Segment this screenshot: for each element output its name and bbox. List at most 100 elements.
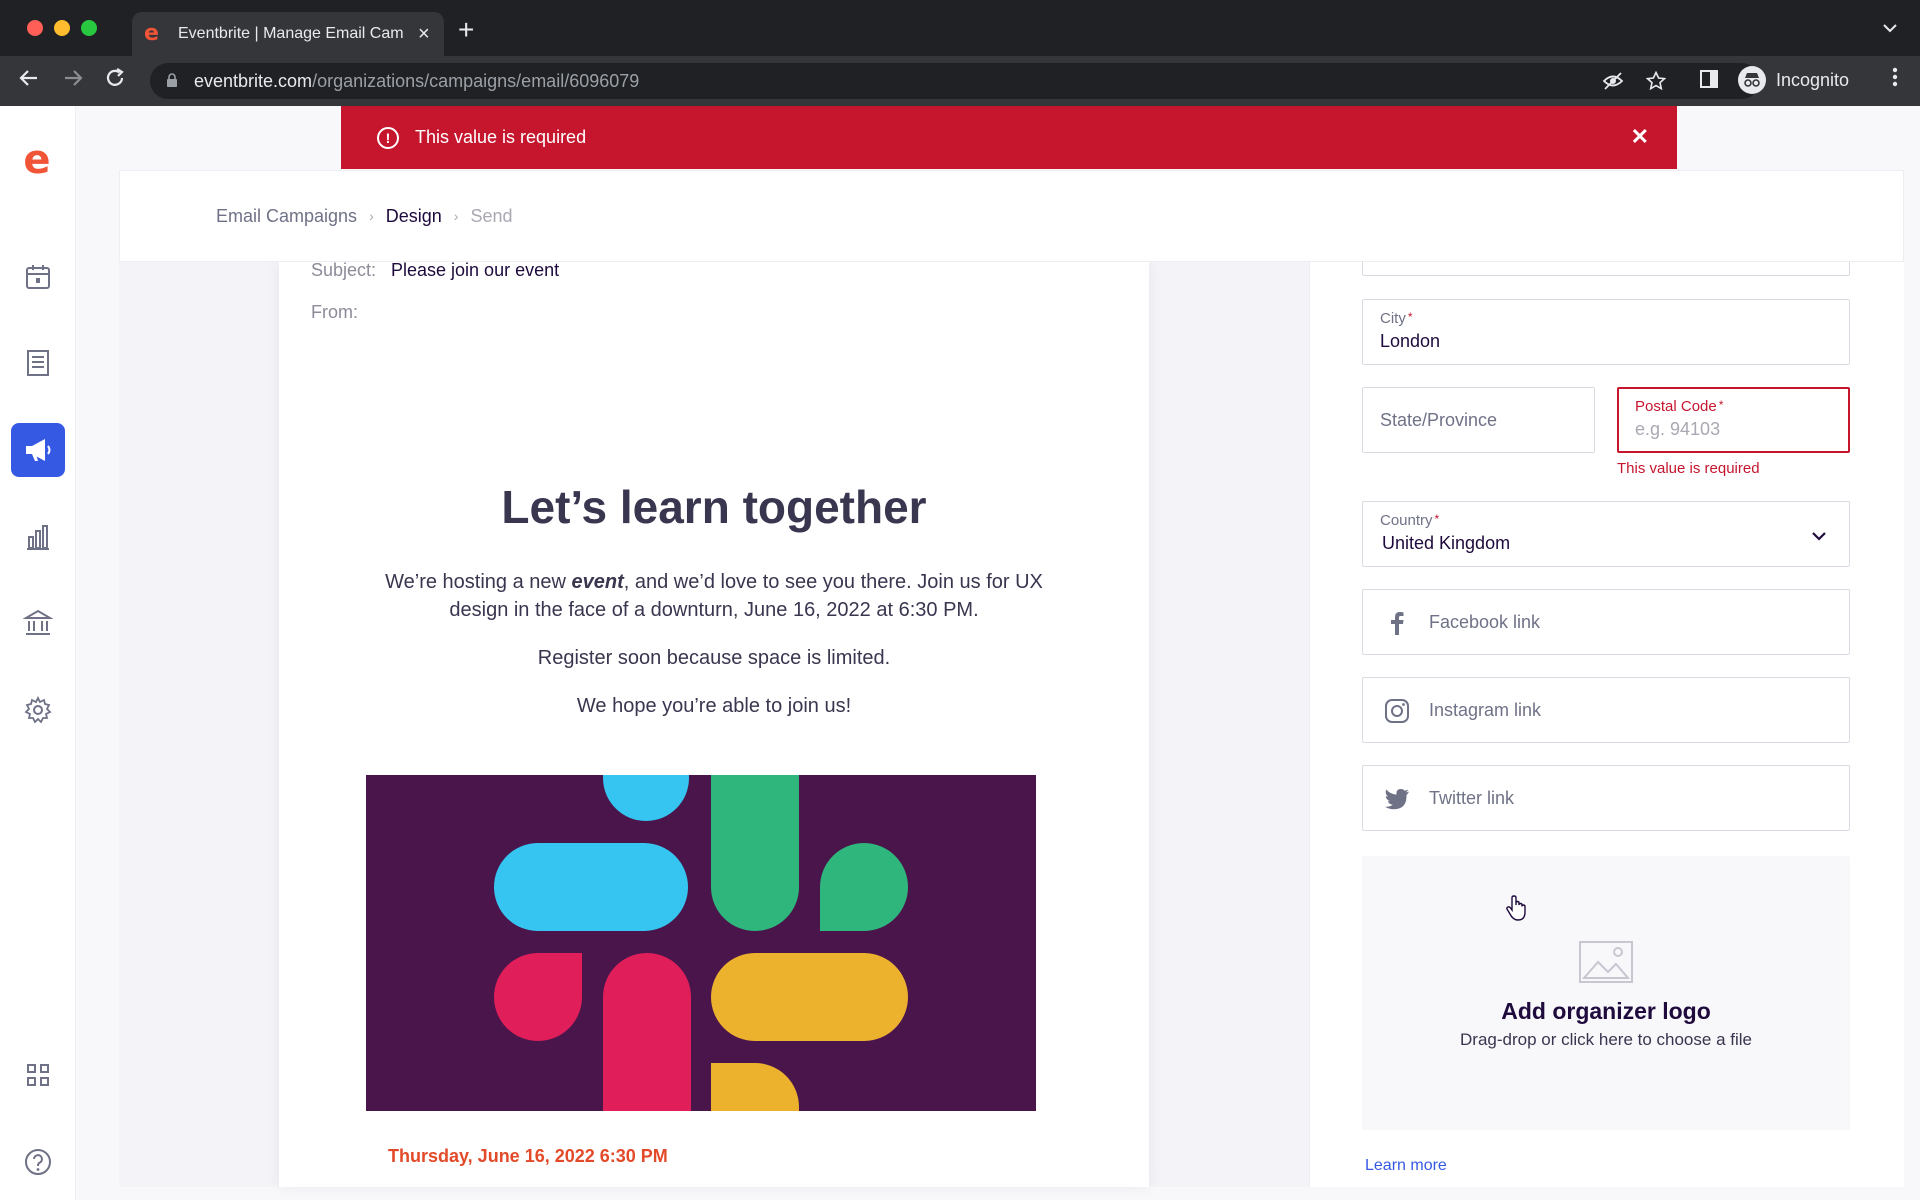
subject-value: Please join our event <box>391 262 560 280</box>
intro-event-word: event <box>571 571 624 593</box>
eventbrite-logo[interactable]: e <box>20 140 54 180</box>
calendar-icon[interactable] <box>11 250 65 304</box>
postal-code-label-text: Postal Code <box>1635 398 1717 415</box>
maximize-window-button[interactable] <box>81 20 97 36</box>
learn-more-link[interactable]: Learn more <box>1365 1157 1447 1175</box>
banner-shape-red-bar <box>603 953 691 1111</box>
state-province-field[interactable]: State/Province <box>1362 387 1595 453</box>
close-window-button[interactable] <box>27 20 43 36</box>
intro-text-start: We’re hosting a new <box>385 571 572 593</box>
dropzone-subtitle: Drag-drop or click here to choose a file <box>1460 1030 1752 1049</box>
back-arrow-icon[interactable] <box>18 67 40 95</box>
tab-title: Eventbrite | Manage Email Cam <box>178 25 404 42</box>
banner-shape-yellow-bottom <box>711 1063 799 1111</box>
incognito-label: Incognito <box>1776 69 1850 90</box>
city-value: London <box>1380 331 1441 351</box>
error-toast: ! This value is required ✕ <box>341 106 1677 169</box>
postal-code-label: Postal Code * <box>1635 398 1724 415</box>
postal-code-placeholder: e.g. 94103 <box>1635 419 1721 439</box>
email-register-paragraph: Register soon because space is limited. <box>537 647 891 669</box>
facebook-link-placeholder: Facebook link <box>1429 612 1541 632</box>
subject-row: Subject: Please join our event <box>311 262 559 281</box>
help-icon[interactable] <box>11 1135 65 1189</box>
incognito-profile[interactable]: Incognito <box>1738 66 1849 94</box>
breadcrumb-design[interactable]: Design <box>386 206 442 227</box>
reload-icon[interactable] <box>104 67 126 95</box>
browser-tab[interactable]: e Eventbrite | Manage Email Cam × <box>132 12 444 56</box>
twitter-icon <box>1383 785 1411 813</box>
city-label-text: City <box>1380 310 1406 327</box>
breadcrumb-chevron-icon: › <box>453 208 459 224</box>
panel-divider <box>1309 262 1310 1187</box>
tab-close-icon[interactable]: × <box>418 23 430 46</box>
url-path: /organizations/campaigns/email/6096079 <box>312 70 640 91</box>
bookmark-star-icon[interactable] <box>1645 70 1667 97</box>
postal-code-field[interactable]: Postal Code * e.g. 94103 <box>1617 387 1850 453</box>
forward-arrow-icon[interactable] <box>62 67 84 95</box>
browser-toolbar: eventbrite.com/organizations/campaigns/e… <box>0 56 1920 106</box>
url-host: eventbrite.com <box>194 70 313 91</box>
page-header: Email Campaigns › Design › Send <box>119 170 1904 262</box>
hand-cursor-icon <box>1505 894 1529 927</box>
image-placeholder-icon <box>1578 940 1634 989</box>
instagram-link-field[interactable]: Instagram link <box>1362 677 1850 743</box>
megaphone-icon[interactable] <box>11 423 65 477</box>
email-title: Let’s learn together <box>501 481 927 533</box>
banner-shape-blue-top <box>603 775 689 821</box>
lock-icon <box>166 72 186 90</box>
event-banner-image <box>366 775 1036 1111</box>
dropzone-title: Add organizer logo <box>1501 998 1711 1024</box>
breadcrumb-email-campaigns[interactable]: Email Campaigns <box>216 206 357 227</box>
breadcrumb-send: Send <box>470 205 513 226</box>
toast-close-icon[interactable]: ✕ <box>1631 124 1649 150</box>
subject-label: Subject: <box>311 262 377 280</box>
app-sidebar: e <box>0 106 76 1200</box>
eventbrite-favicon-icon: e <box>144 21 159 46</box>
tab-search-chevron-icon[interactable] <box>1882 20 1898 38</box>
settings-icon[interactable] <box>11 683 65 737</box>
side-panel-icon[interactable] <box>1699 69 1719 95</box>
city-label: City * <box>1380 310 1413 327</box>
banner-shape-blue-bar <box>494 843 688 931</box>
from-label: From: <box>311 302 358 322</box>
browser-tab-bar: e Eventbrite | Manage Email Cam × + <box>0 0 1920 56</box>
facebook-icon <box>1383 609 1411 637</box>
reports-icon[interactable] <box>11 510 65 564</box>
organizer-logo-dropzone[interactable]: Add organizer logo Drag-drop or click he… <box>1362 856 1850 1130</box>
address-bar[interactable]: eventbrite.com/organizations/campaigns/e… <box>150 63 1760 99</box>
email-intro-paragraph: We’re hosting a new event, and we’d love… <box>359 568 1069 624</box>
state-province-label: State/Province <box>1380 410 1498 430</box>
instagram-icon <box>1383 697 1411 725</box>
from-row: From: <box>311 302 391 323</box>
orders-icon[interactable] <box>11 336 65 390</box>
instagram-link-placeholder: Instagram link <box>1429 700 1542 720</box>
banner-shape-green-drop <box>820 843 908 931</box>
country-label: Country * <box>1380 512 1440 529</box>
postal-code-error: This value is required <box>1617 460 1760 477</box>
new-tab-icon[interactable]: + <box>458 16 474 44</box>
twitter-link-field[interactable]: Twitter link <box>1362 765 1850 831</box>
toast-message: This value is required <box>415 127 587 147</box>
city-field[interactable]: City * London <box>1362 299 1850 365</box>
event-date: Thursday, June 16, 2022 6:30 PM <box>388 1146 668 1166</box>
alert-icon: ! <box>377 126 399 149</box>
banner-shape-red-drop <box>494 953 582 1041</box>
apps-icon[interactable] <box>11 1048 65 1102</box>
finance-icon[interactable] <box>11 596 65 650</box>
banner-shape-yellow-bar <box>711 953 908 1041</box>
browser-menu-icon[interactable] <box>1892 66 1898 94</box>
email-preview-card[interactable]: Subject: Please join our event From: Let… <box>279 262 1149 1187</box>
incognito-icon <box>1738 66 1766 94</box>
email-closing-paragraph: We hope you’re able to join us! <box>576 695 852 717</box>
breadcrumb-chevron-icon: › <box>369 208 374 224</box>
facebook-link-field[interactable]: Facebook link <box>1362 589 1850 655</box>
eye-off-icon[interactable] <box>1602 71 1624 97</box>
country-select[interactable]: Country * United Kingdom <box>1362 501 1850 567</box>
country-value: United Kingdom <box>1382 533 1511 553</box>
minimize-window-button[interactable] <box>54 20 70 36</box>
twitter-link-placeholder: Twitter link <box>1429 788 1515 808</box>
breadcrumb: Email Campaigns › Design › Send <box>216 206 512 227</box>
chevron-down-icon <box>1811 528 1827 546</box>
banner-shape-green-bar <box>711 775 799 931</box>
country-label-text: Country <box>1380 512 1433 529</box>
